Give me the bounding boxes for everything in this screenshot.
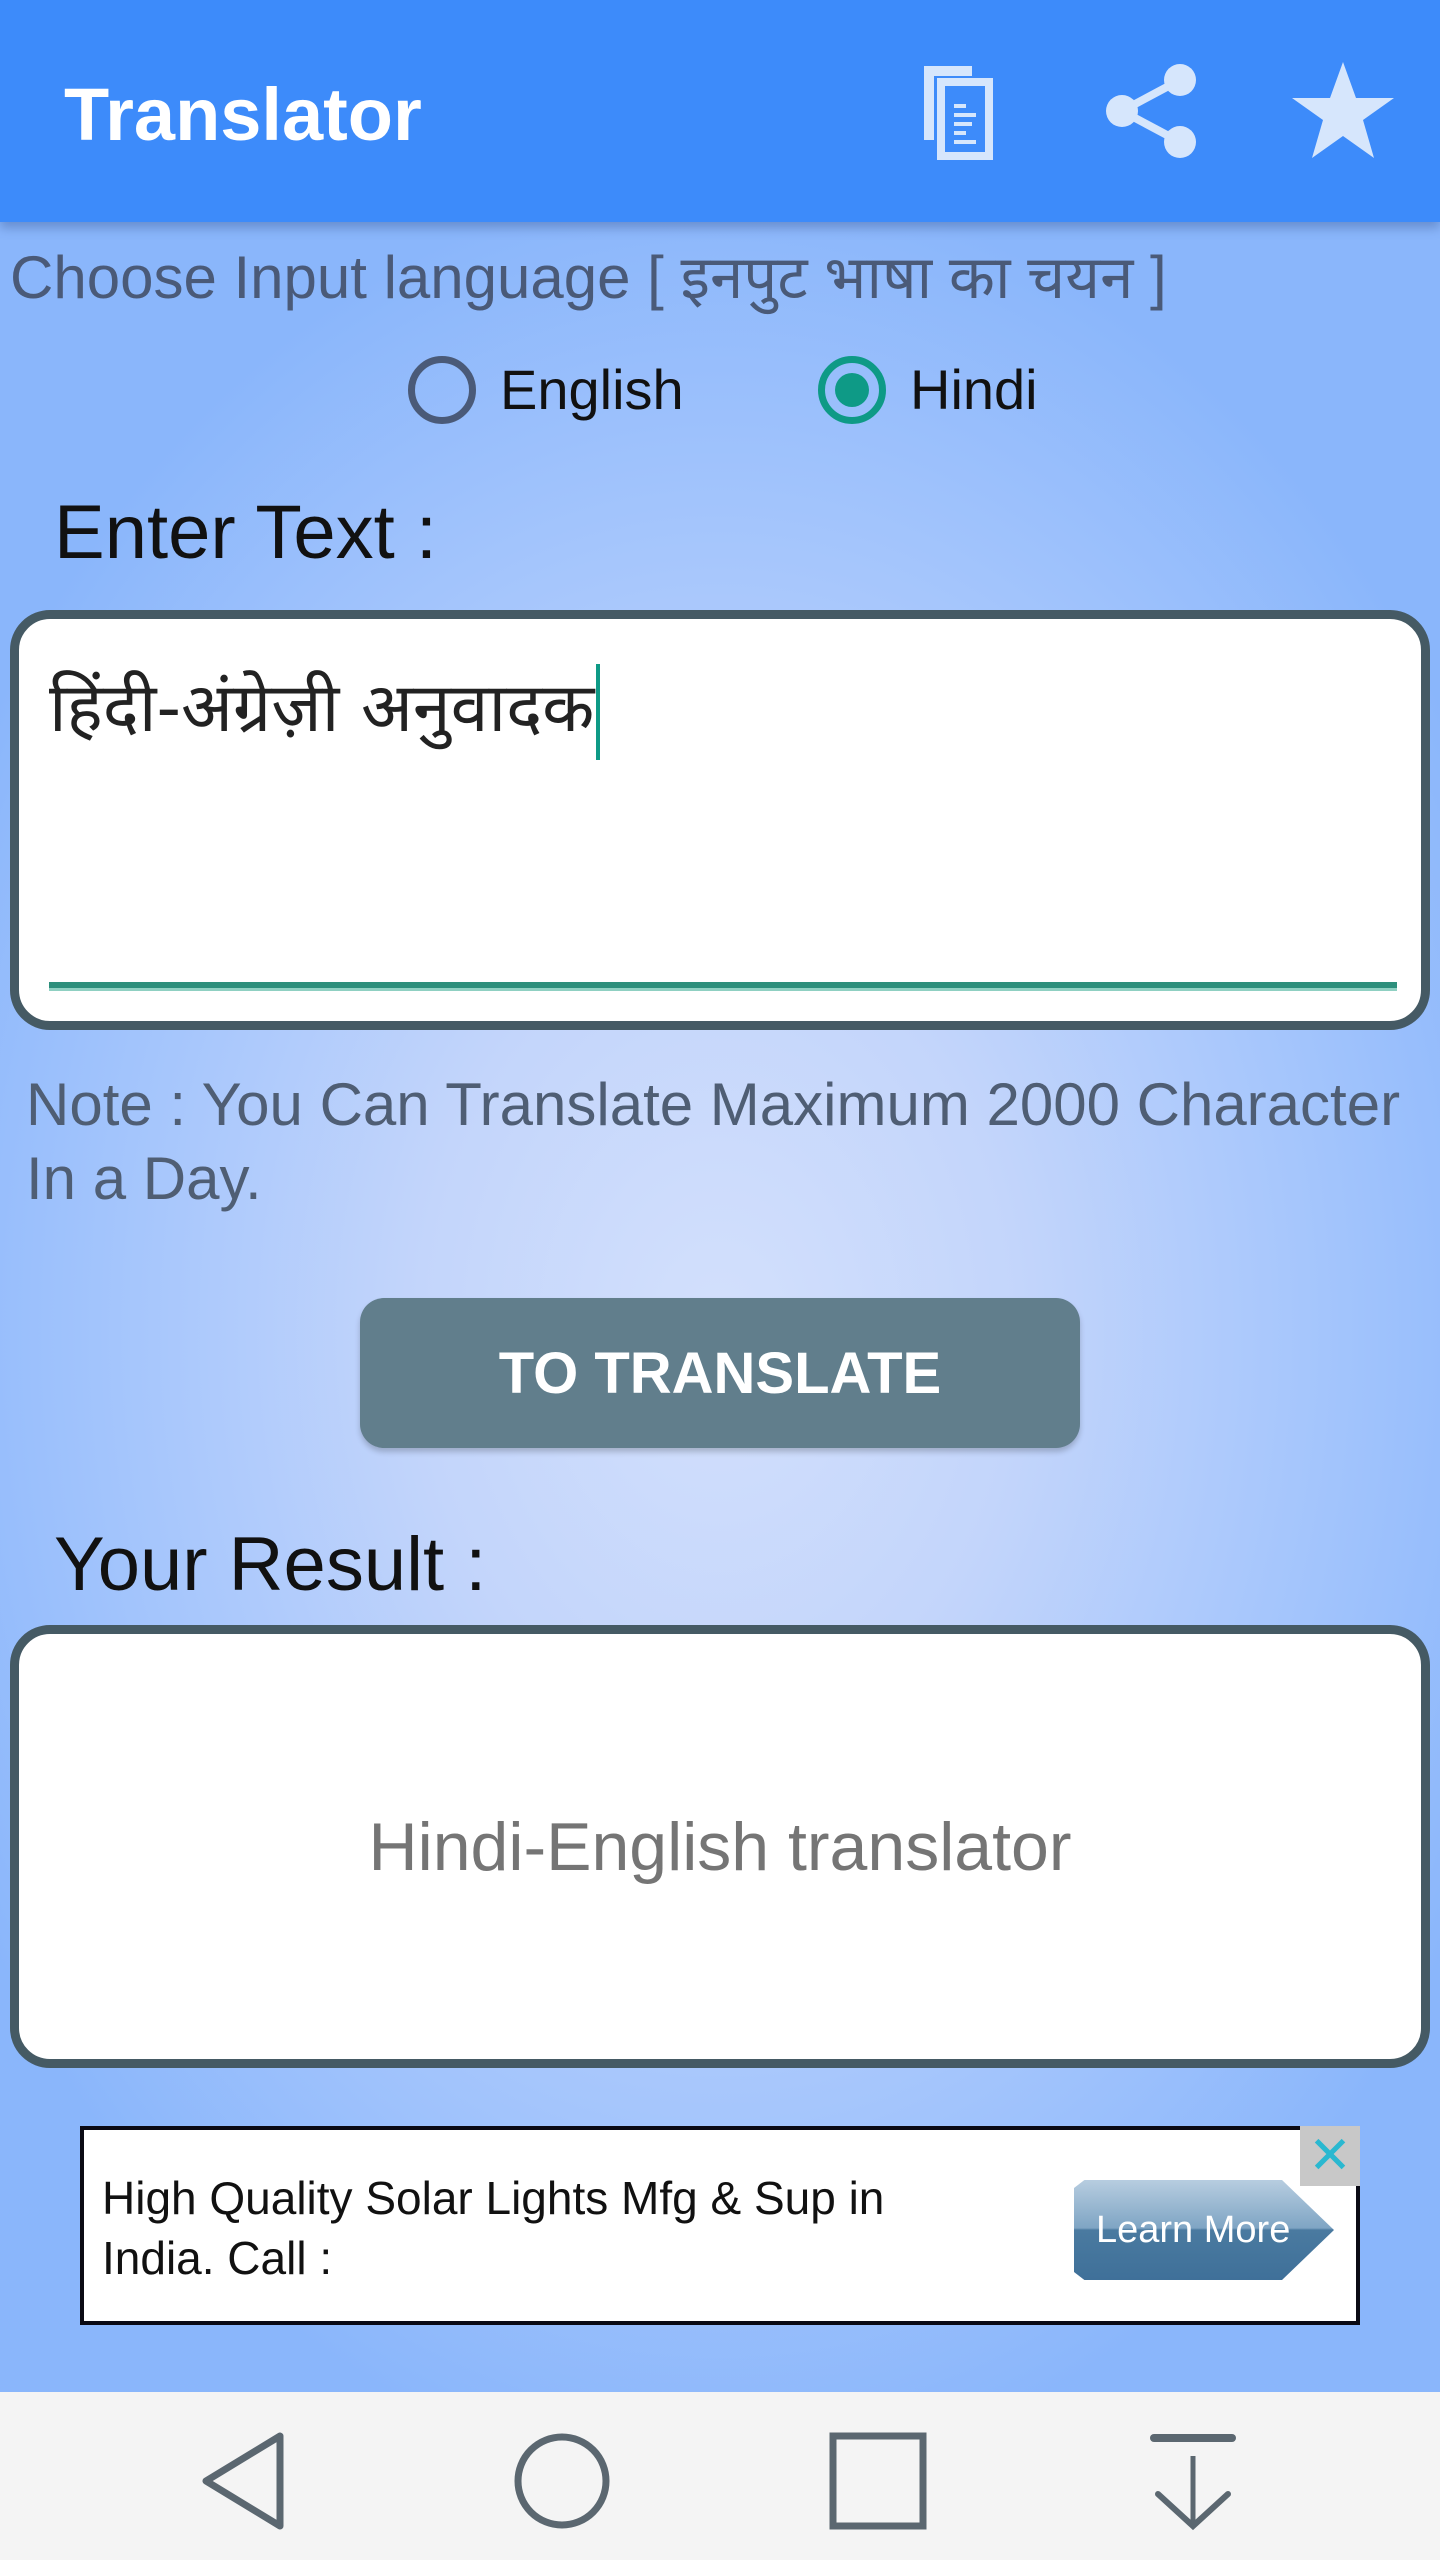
translate-button[interactable]: TO TRANSLATE [360,1298,1080,1448]
app-title: Translator [64,73,422,156]
language-radio-group: English Hindi [0,350,1440,430]
result-box: Hindi-English translator [10,1625,1430,2068]
radio-english[interactable]: English [408,350,684,430]
input-value: हिंदी-अंग्रेज़ी अनुवादक [49,669,595,748]
result-label: Your Result : [54,1522,487,1607]
result-text: Hindi-English translator [368,1808,1072,1885]
input-underline [49,982,1397,991]
text-input[interactable]: हिंदी-अंग्रेज़ी अनुवादक [10,610,1430,1030]
choose-language-label: Choose Input language [ इनपुट भाषा का चय… [10,244,1167,311]
ad-text[interactable]: High Quality Solar Lights Mfg & Sup in I… [102,2168,982,2288]
copy-icon[interactable] [910,56,1020,166]
input-text-value[interactable]: हिंदी-अंग्रेज़ी अनुवादक [49,659,601,761]
share-icon[interactable] [1098,56,1208,166]
app-bar: Translator [0,0,1440,222]
radio-hindi[interactable]: Hindi [818,350,1038,430]
text-cursor [596,664,601,761]
star-icon[interactable] [1288,56,1398,166]
ad-close-icon[interactable]: ✕ [1300,2126,1360,2186]
back-icon[interactable] [192,2426,302,2536]
radio-button-english[interactable] [408,356,476,424]
radio-button-hindi[interactable] [818,356,886,424]
radio-label-hindi[interactable]: Hindi [910,350,1038,430]
character-limit-note: Note : You Can Translate Maximum 2000 Ch… [26,1071,1401,1212]
home-icon[interactable] [507,2426,617,2536]
ad-banner[interactable]: High Quality Solar Lights Mfg & Sup in I… [80,2126,1360,2325]
hide-keyboard-icon[interactable] [1138,2426,1248,2536]
recents-icon[interactable] [823,2426,933,2536]
enter-text-label: Enter Text : [54,490,438,575]
system-nav-bar [0,2392,1440,2560]
ad-learn-more-button[interactable]: Learn More [1074,2180,1334,2280]
radio-label-english[interactable]: English [500,350,684,430]
